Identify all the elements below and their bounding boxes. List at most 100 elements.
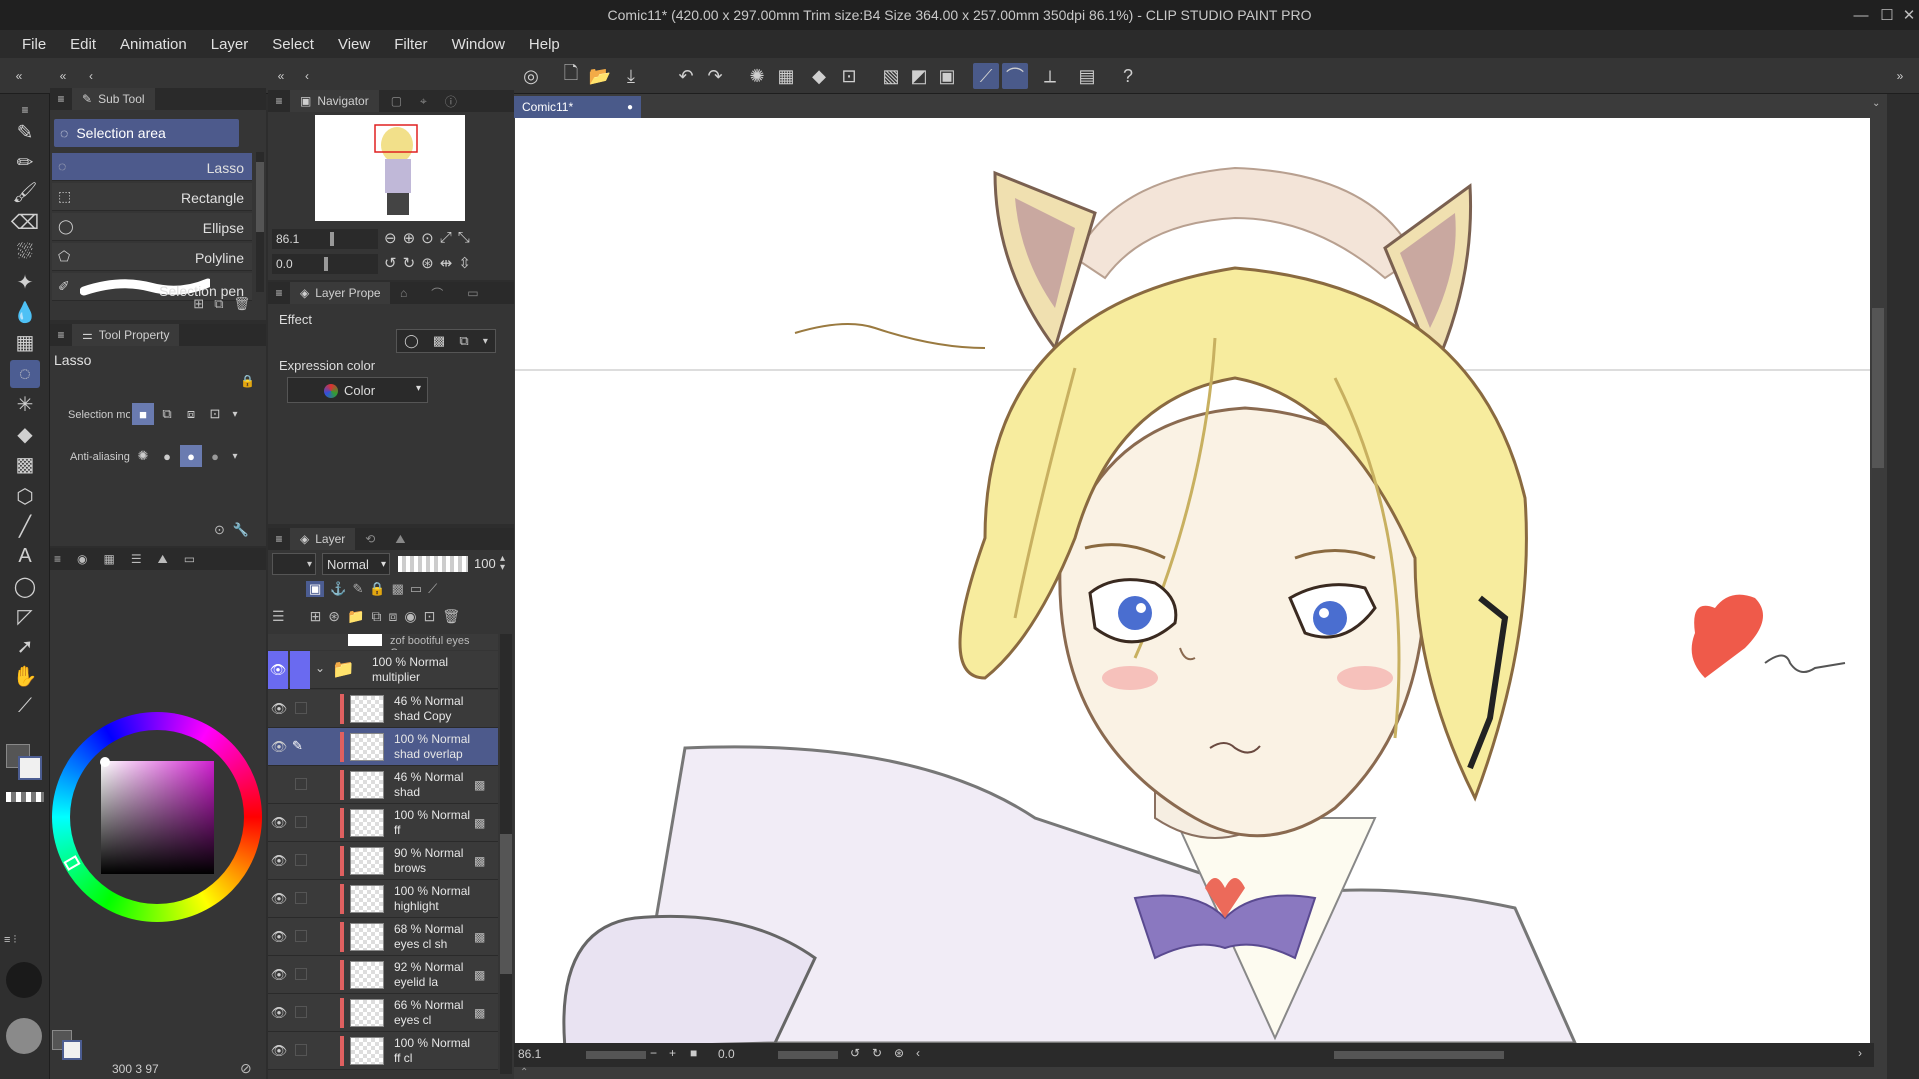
tab-sub-tool[interactable]: ✎ Sub Tool: [72, 88, 155, 110]
brush-size-light[interactable]: [6, 1018, 42, 1054]
airbrush-icon[interactable]: ⛆: [10, 238, 40, 266]
status-rotation-slider[interactable]: [778, 1051, 838, 1059]
help-icon[interactable]: ?: [1115, 63, 1141, 89]
reset-rotation-icon[interactable]: ⊛: [421, 254, 434, 272]
navigator-rotation-field[interactable]: 0.0: [272, 254, 378, 274]
chevron-down-icon[interactable]: ▾: [228, 445, 242, 467]
collapse-left-icon[interactable]: «: [6, 63, 32, 89]
subtool-scrollbar[interactable]: [256, 152, 264, 292]
reference-layer-icon[interactable]: ⚓: [330, 581, 346, 597]
chevron-left-icon[interactable]: ‹: [78, 63, 104, 89]
lock-layer-icon[interactable]: 🔒: [369, 581, 385, 597]
device-icon[interactable]: ▤: [1074, 63, 1100, 89]
new-selection-icon[interactable]: ■: [132, 403, 154, 425]
snap-grid-icon[interactable]: ⟂: [1037, 63, 1063, 89]
lock-icon[interactable]: 🔒: [240, 374, 255, 388]
close-icon[interactable]: ✕: [1895, 0, 1919, 30]
layer-row[interactable]: 46 % Normal shad ▩: [268, 766, 498, 804]
material-tab-icon[interactable]: ▭: [467, 286, 478, 300]
chevron-down-icon[interactable]: ⌄: [315, 661, 325, 675]
menu-animation[interactable]: Animation: [108, 36, 199, 53]
panel-menu-icon[interactable]: ≡: [50, 92, 72, 106]
layer-list-icon[interactable]: ☰: [272, 608, 285, 625]
layer-folder-row[interactable]: 👁 ⌄ 📁 100 % Normal multiplier: [268, 651, 498, 689]
history-tab-icon[interactable]: ⛰: [395, 532, 405, 547]
panel-menu-icon[interactable]: ≡: [54, 552, 61, 566]
eye-icon[interactable]: 👁: [270, 891, 288, 907]
layer-color-icon[interactable]: ⧉: [459, 333, 468, 349]
layer-row[interactable]: 👁 92 % Normal eyelid la ▩: [268, 956, 498, 994]
actual-size-icon[interactable]: ■: [690, 1046, 697, 1060]
pen-icon[interactable]: ✎: [10, 118, 40, 146]
color-history-tab-icon[interactable]: ▭: [184, 552, 195, 566]
expression-color-select[interactable]: Color ▾: [287, 377, 428, 403]
text-icon[interactable]: A: [10, 542, 40, 570]
mask-icon[interactable]: ▭: [410, 581, 422, 597]
line-icon[interactable]: ╱: [10, 512, 40, 540]
scroll-left-icon[interactable]: ‹: [916, 1046, 920, 1060]
snap-ruler-icon[interactable]: ⟋: [973, 63, 999, 89]
save-icon[interactable]: ⤓: [618, 63, 644, 89]
subtract-selection-icon[interactable]: ⧈: [180, 403, 202, 425]
gradient-icon[interactable]: ◩: [906, 63, 932, 89]
zoom-in-icon[interactable]: +: [669, 1046, 676, 1060]
menu-window[interactable]: Window: [440, 36, 517, 53]
opacity-value[interactable]: 100: [474, 556, 496, 571]
collapse-left-icon[interactable]: «: [268, 63, 294, 89]
layer-row-active[interactable]: 👁 ✎ 100 % Normal shad overlap: [268, 728, 498, 766]
rotate-right-icon[interactable]: ↻: [872, 1046, 882, 1060]
opacity-slider[interactable]: [398, 556, 468, 572]
new-file-icon[interactable]: 🗋: [558, 63, 584, 89]
status-rotation-value[interactable]: 0.0: [718, 1047, 735, 1061]
status-zoom-slider[interactable]: [586, 1051, 646, 1059]
redo-icon[interactable]: ↷: [702, 63, 728, 89]
zoom-out-icon[interactable]: −: [650, 1046, 657, 1060]
layer-select-box[interactable]: [295, 892, 307, 904]
grid-icon[interactable]: ▣: [934, 63, 960, 89]
layer-row[interactable]: 👁 90 % Normal brows ▩: [268, 842, 498, 880]
eye-icon[interactable]: 👁: [270, 929, 288, 945]
transfer-down-icon[interactable]: ⧉: [371, 608, 381, 625]
eye-icon[interactable]: 👁: [268, 651, 288, 689]
scroll-right-icon[interactable]: ›: [1858, 1046, 1862, 1060]
lock-transparent-icon[interactable]: ▩: [392, 581, 404, 597]
panel-menu-icon[interactable]: ≡: [268, 94, 290, 108]
brush-size-icon[interactable]: ≡ ⫶: [4, 934, 44, 952]
collapse-left-icon[interactable]: «: [50, 63, 76, 89]
eyedropper-icon[interactable]: ⟋: [10, 692, 40, 720]
close-dot-icon[interactable]: ●: [627, 102, 641, 113]
layer-select-box[interactable]: [295, 1044, 307, 1056]
tab-tool-property[interactable]: ⚌ Tool Property: [72, 324, 180, 346]
decoration-icon[interactable]: ✦: [10, 268, 40, 296]
clip-studio-icon[interactable]: ◎: [518, 63, 544, 89]
frame-icon[interactable]: ▦: [10, 328, 40, 356]
operation-icon[interactable]: ➚: [10, 632, 40, 660]
canvas-vertical-scrollbar[interactable]: [1872, 118, 1884, 1043]
info-tab-icon[interactable]: ⓘ: [445, 93, 457, 110]
layer-row[interactable]: 👁 100 % Normal highlight: [268, 880, 498, 918]
aa-none-icon[interactable]: ✺: [132, 445, 154, 467]
layer-row[interactable]: 👁 100 % Normal ff ▩: [268, 804, 498, 842]
reset-rotation-icon[interactable]: ⊛: [894, 1046, 904, 1060]
fill-tool-icon[interactable]: ◆: [10, 420, 40, 448]
flip-vertical-icon[interactable]: ⇳: [458, 254, 471, 272]
eye-icon[interactable]: 👁: [270, 967, 288, 983]
navigator-zoom-field[interactable]: 86.1: [272, 229, 378, 249]
document-tab[interactable]: Comic11* ●: [514, 96, 641, 118]
new-raster-layer-icon[interactable]: ⊞: [310, 608, 322, 625]
zoom-in-icon[interactable]: ⊕: [403, 229, 416, 247]
fill-icon[interactable]: ◆: [806, 63, 832, 89]
menu-layer[interactable]: Layer: [199, 36, 261, 53]
layer-select-box[interactable]: [295, 816, 307, 828]
create-mask-icon[interactable]: ◉: [404, 608, 416, 625]
new-vector-layer-icon[interactable]: ⊛: [328, 608, 340, 625]
eye-icon[interactable]: 👁: [270, 739, 288, 755]
brush-icon[interactable]: 🖌: [10, 178, 40, 206]
collapse-right-icon[interactable]: »: [1887, 63, 1913, 89]
layer-row[interactable]: 👁 46 % Normal shad Copy: [268, 690, 498, 728]
sub-color-swatch[interactable]: [18, 756, 42, 780]
saturation-value-square[interactable]: [101, 761, 214, 874]
layer-select-box[interactable]: [295, 778, 307, 790]
selection-area-group[interactable]: ◌ Selection area: [54, 119, 239, 147]
correct-line-icon[interactable]: ◸: [10, 602, 40, 630]
